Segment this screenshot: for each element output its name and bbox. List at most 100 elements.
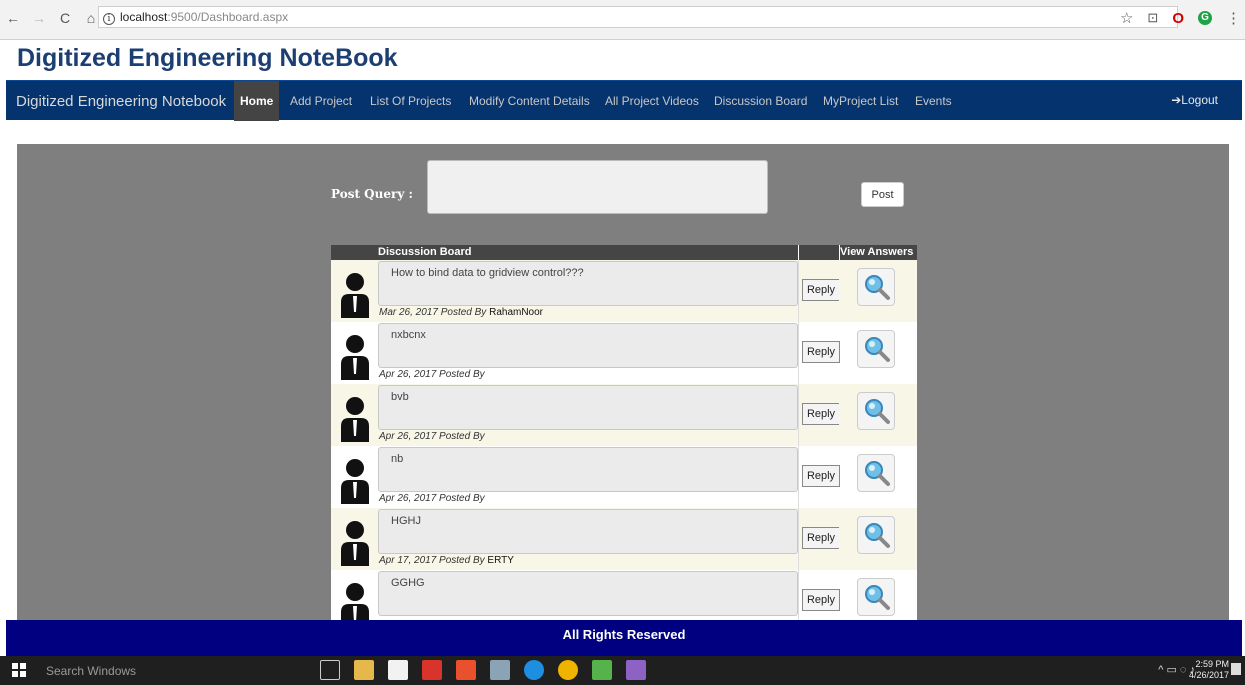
main-navbar: Digitized Engineering Notebook Home Add … <box>6 80 1242 121</box>
windows-start-icon[interactable] <box>12 663 26 677</box>
taskbar-search[interactable]: Search Windows <box>46 664 136 678</box>
column-divider <box>798 508 799 570</box>
grid-header-view-answers: View Answers <box>840 246 914 258</box>
nav-home[interactable]: Home <box>234 81 280 121</box>
url-path: :9500/Dashboard.aspx <box>167 10 289 24</box>
chrome-icon[interactable] <box>558 660 578 680</box>
message-text[interactable]: nb <box>378 447 798 492</box>
column-divider <box>798 260 799 322</box>
reply-button[interactable]: Reply <box>802 279 840 301</box>
post-date: Apr 17, 2017 <box>379 555 437 566</box>
table-row: How to bind data to gridview control??? … <box>331 260 917 322</box>
nav-list-of-projects[interactable]: List Of Projects <box>364 81 457 121</box>
post-author: ERTY <box>487 555 514 566</box>
message-text[interactable]: HGHJ <box>378 509 798 554</box>
column-divider <box>798 322 799 384</box>
page-footer: All Rights Reserved <box>6 620 1242 656</box>
notification-icon[interactable] <box>1231 663 1241 675</box>
browser-extensions: ☆ ⊡ O G ⋮ <box>1120 9 1241 28</box>
view-answers-button[interactable] <box>857 454 895 492</box>
posted-by-label: Posted By <box>439 431 485 442</box>
nav-all-project-videos[interactable]: All Project Videos <box>599 81 705 121</box>
opera-extension-icon[interactable]: O <box>1172 10 1184 27</box>
column-divider <box>798 384 799 446</box>
table-row: nxbcnx Apr 26, 2017 Posted By Reply <box>331 322 917 384</box>
posted-by-label: Posted By <box>439 555 485 566</box>
view-answers-button[interactable] <box>857 330 895 368</box>
post-meta: Apr 26, 2017 Posted By <box>379 493 485 504</box>
user-avatar-icon <box>341 335 369 380</box>
nav-discussion-board[interactable]: Discussion Board <box>708 81 813 121</box>
reply-button[interactable]: Reply <box>802 527 840 549</box>
taskbar-clock[interactable]: 2:59 PM 4/26/2017 <box>1189 659 1229 681</box>
post-button[interactable]: Post <box>861 182 904 207</box>
site-title: Digitized Engineering NoteBook <box>17 44 398 72</box>
grid-header-discussion: Discussion Board <box>378 246 472 258</box>
view-answers-button[interactable] <box>857 578 895 616</box>
post-query-label: Post Query : <box>331 187 413 201</box>
posted-by-label: Posted By <box>440 307 487 318</box>
reply-button[interactable]: Reply <box>802 465 840 487</box>
reply-button[interactable]: Reply <box>802 341 840 363</box>
view-answers-button[interactable] <box>857 392 895 430</box>
user-avatar-icon <box>341 459 369 504</box>
browser-toolbar: ← → C ⌂ i localhost:9500/Dashboard.aspx ☆… <box>0 0 1245 40</box>
nav-add-project[interactable]: Add Project <box>284 81 358 121</box>
post-date: Mar 26, 2017 <box>379 307 438 318</box>
green-extension-icon[interactable]: G <box>1198 11 1212 25</box>
navbar-brand[interactable]: Digitized Engineering Notebook <box>16 93 226 110</box>
post-meta: Apr 26, 2017 Posted By <box>379 369 485 380</box>
task-view-icon[interactable] <box>320 660 340 680</box>
app-green-icon[interactable] <box>592 660 612 680</box>
nav-events[interactable]: Events <box>909 81 958 121</box>
post-date: Apr 26, 2017 <box>379 369 437 380</box>
info-icon[interactable]: i <box>103 13 115 25</box>
logout-link[interactable]: ➔Logout <box>1171 93 1218 107</box>
app-gray-icon[interactable] <box>490 660 510 680</box>
mail-icon[interactable] <box>422 660 442 680</box>
view-answers-cell <box>839 508 917 570</box>
message-text[interactable]: nxbcnx <box>378 323 798 368</box>
browser-nav-buttons: ← → C ⌂ <box>4 10 100 26</box>
edge-icon[interactable] <box>524 660 544 680</box>
post-author: RahamNoor <box>489 307 544 318</box>
post-date: Apr 26, 2017 <box>379 431 437 442</box>
view-answers-button[interactable] <box>857 516 895 554</box>
message-text[interactable]: How to bind data to gridview control??? <box>378 261 798 306</box>
logout-icon: ➔ <box>1171 93 1182 107</box>
visual-studio-icon[interactable] <box>626 660 646 680</box>
user-avatar-icon <box>341 273 369 318</box>
reload-icon[interactable]: C <box>56 10 74 26</box>
address-bar[interactable]: i localhost:9500/Dashboard.aspx <box>98 6 1178 28</box>
reply-button[interactable]: Reply <box>802 589 840 611</box>
view-answers-cell <box>839 260 917 322</box>
message-text[interactable]: bvb <box>378 385 798 430</box>
clock-time: 2:59 PM <box>1195 659 1229 669</box>
forward-icon[interactable]: → <box>30 10 48 26</box>
taskbar-apps <box>320 660 646 680</box>
view-answers-button[interactable] <box>857 268 895 306</box>
file-explorer-icon[interactable] <box>354 660 374 680</box>
table-row: bvb Apr 26, 2017 Posted By Reply <box>331 384 917 446</box>
cast-icon[interactable]: ⊡ <box>1147 10 1158 26</box>
table-row: nb Apr 26, 2017 Posted By Reply <box>331 446 917 508</box>
browser-menu-icon[interactable]: ⋮ <box>1226 9 1241 27</box>
post-meta: Apr 17, 2017 Posted By ERTY <box>379 555 514 566</box>
url-host: localhost <box>120 10 168 24</box>
user-avatar-icon <box>341 397 369 442</box>
back-icon[interactable]: ← <box>4 10 22 26</box>
post-meta: Mar 26, 2017 Posted By RahamNoor <box>379 307 543 318</box>
store-icon[interactable] <box>388 660 408 680</box>
magnifier-icon <box>865 523 890 548</box>
reply-button[interactable]: Reply <box>802 403 840 425</box>
bookmark-star-icon[interactable]: ☆ <box>1120 9 1133 27</box>
message-text[interactable]: GGHG <box>378 571 798 616</box>
app-red-icon[interactable] <box>456 660 476 680</box>
post-query-input[interactable] <box>427 160 768 214</box>
user-avatar-icon <box>341 521 369 566</box>
nav-myproject-list[interactable]: MyProject List <box>817 81 904 121</box>
nav-modify-content-details[interactable]: Modify Content Details <box>463 81 596 121</box>
magnifier-icon <box>865 337 890 362</box>
column-divider <box>798 446 799 508</box>
clock-date: 4/26/2017 <box>1188 670 1229 680</box>
